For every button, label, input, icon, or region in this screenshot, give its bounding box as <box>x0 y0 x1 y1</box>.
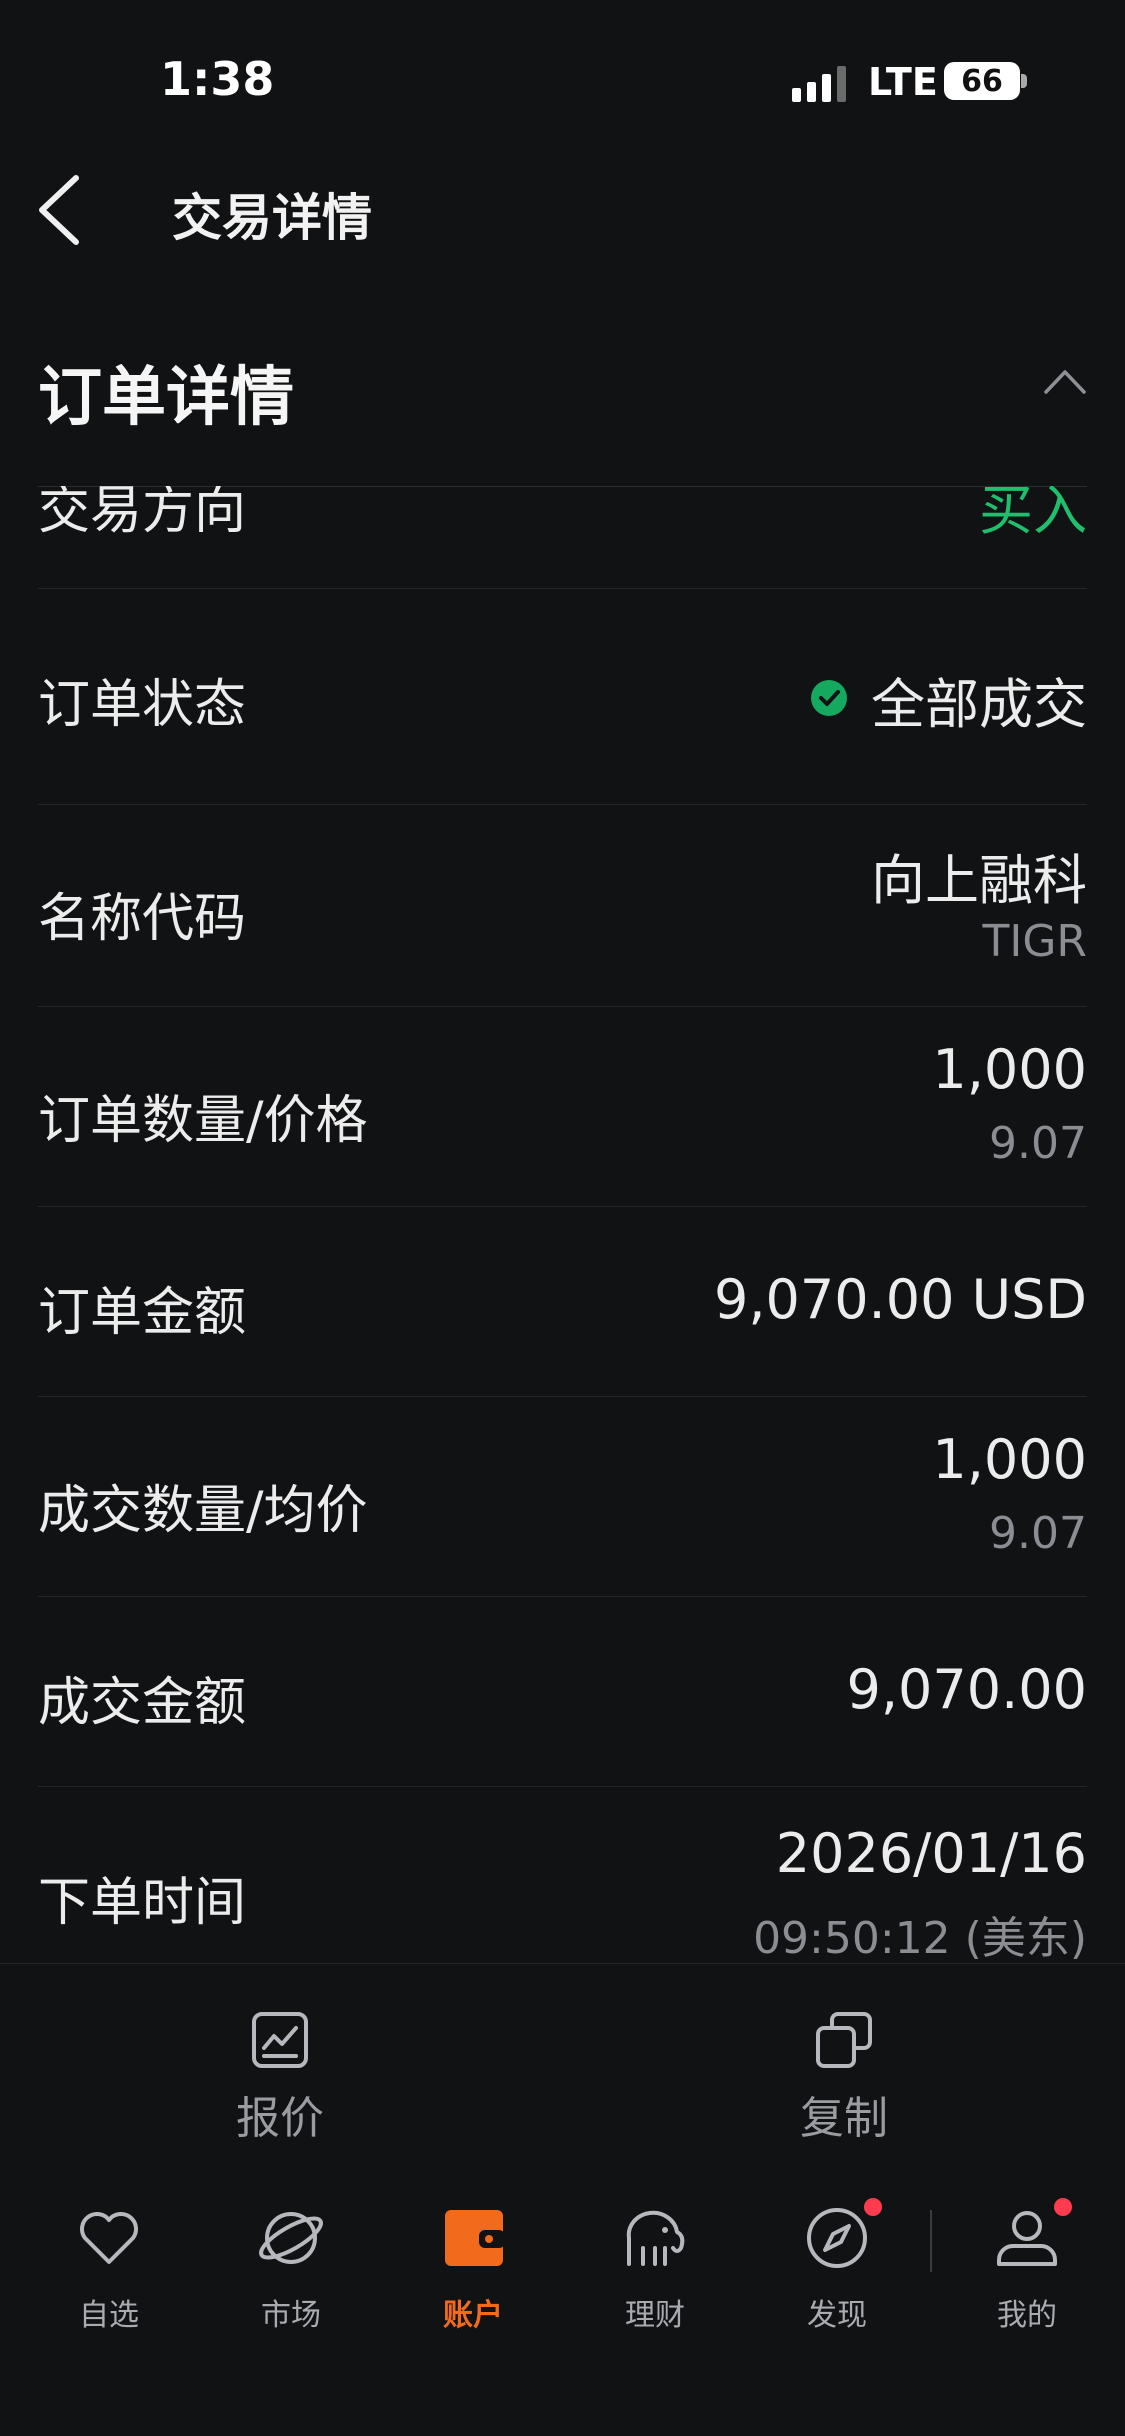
row-label: 成交数量/均价 <box>38 1481 368 1541</box>
chart-quote-icon <box>252 2012 308 2068</box>
tab-label: 理财 <box>625 2298 685 2333</box>
chevron-up-icon <box>1044 370 1086 394</box>
order-quantity-value: 1,000 <box>932 1038 1087 1101</box>
row-order-status: 订单状态 全部成交 <box>38 588 1087 805</box>
row-label: 下单时间 <box>38 1873 247 1933</box>
section-title: 订单详情 <box>38 361 294 435</box>
compass-icon <box>807 2208 867 2268</box>
tab-wealth[interactable]: 理财 <box>570 2202 740 2342</box>
page-title: 交易详情 <box>172 189 372 247</box>
copy-icon <box>816 2012 872 2068</box>
order-time-value: 09:50:12 (美东) <box>753 1913 1087 1963</box>
heart-icon <box>80 2212 138 2264</box>
order-amount-value: 9,070.00 USD <box>713 1268 1087 1331</box>
copy-label: 复制 <box>800 2093 888 2144</box>
trade-direction-value: 买入 <box>979 486 1087 542</box>
wallet-icon <box>445 2210 505 2266</box>
collapse-button[interactable] <box>1042 366 1088 396</box>
tab-label: 我的 <box>997 2298 1057 2333</box>
tab-label: 账户 <box>443 2298 503 2333</box>
row-filled-qty-avg: 成交数量/均价 1,000 9.07 <box>38 1396 1087 1597</box>
notification-badge <box>864 2198 882 2216</box>
order-date-value: 2026/01/16 <box>775 1822 1087 1885</box>
filled-amount-value: 9,070.00 <box>846 1658 1087 1721</box>
battery-icon: 66 <box>944 62 1020 100</box>
row-label: 交易方向 <box>38 486 247 541</box>
quote-button[interactable]: 报价 <box>130 1964 430 2178</box>
tab-account[interactable]: 账户 <box>388 2202 558 2342</box>
tab-watchlist[interactable]: 自选 <box>24 2202 194 2342</box>
row-filled-amount: 成交金额 9,070.00 <box>38 1596 1087 1787</box>
copy-button[interactable]: 复制 <box>694 1964 994 2178</box>
tab-discover[interactable]: 发现 <box>752 2198 922 2342</box>
row-order-qty-price: 订单数量/价格 1,000 9.07 <box>38 1006 1087 1207</box>
elephant-icon <box>626 2210 685 2266</box>
row-order-amount: 订单金额 9,070.00 USD <box>38 1206 1087 1397</box>
tab-market[interactable]: 市场 <box>206 2202 376 2342</box>
row-label: 订单金额 <box>38 1283 247 1343</box>
check-circle-icon <box>811 680 847 716</box>
tab-label: 自选 <box>79 2298 139 2333</box>
network-type: LTE <box>868 60 938 104</box>
tab-bar: 自选 市场 账户 理财 发现 我的 <box>0 2178 1125 2436</box>
planet-icon <box>259 2212 323 2264</box>
row-label: 名称代码 <box>38 889 247 949</box>
back-button[interactable] <box>30 170 90 250</box>
row-trade-direction: 交易方向 买入 <box>38 486 1087 589</box>
action-bar: 报价 复制 <box>0 1963 1125 2179</box>
order-price-value: 9.07 <box>989 1118 1087 1169</box>
stock-name-value: 向上融科 <box>871 849 1087 912</box>
battery-level: 66 <box>961 64 1003 99</box>
row-label: 订单数量/价格 <box>38 1091 368 1151</box>
average-price-value: 9.07 <box>989 1508 1087 1559</box>
row-name-code: 名称代码 向上融科 TIGR <box>38 804 1087 1007</box>
battery-tip <box>1021 74 1027 88</box>
chevron-left-icon <box>39 175 79 245</box>
filled-quantity-value: 1,000 <box>932 1428 1087 1491</box>
notification-badge <box>1054 2198 1072 2216</box>
tab-label: 市场 <box>261 2298 321 2333</box>
order-status-value: 全部成交 <box>871 673 1087 736</box>
ticker-value: TIGR <box>982 916 1087 967</box>
status-time: 1:38 <box>160 52 275 106</box>
order-details-list: 交易方向 买入 订单状态 全部成交 名称代码 向上融科 TIGR 订单数量/价格… <box>0 486 1125 1963</box>
tab-separator <box>930 2210 932 2272</box>
cellular-signal-icon <box>792 62 852 102</box>
row-order-time: 下单时间 2026/01/16 09:50:12 (美东) <box>38 1786 1087 1963</box>
row-label: 订单状态 <box>38 675 247 735</box>
row-label: 成交金额 <box>38 1673 247 1733</box>
tab-label: 发现 <box>807 2298 867 2333</box>
quote-label: 报价 <box>236 2093 324 2144</box>
user-icon <box>997 2211 1057 2266</box>
tab-me[interactable]: 我的 <box>942 2198 1112 2342</box>
